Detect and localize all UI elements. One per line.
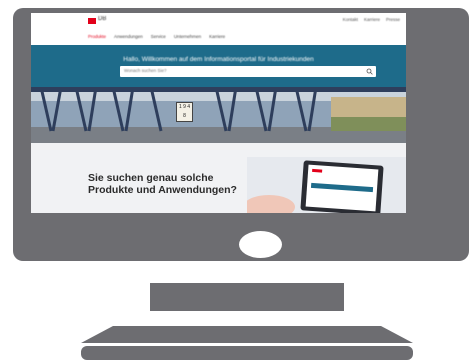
promo-title: Sie suchen genau solche Produkte und Anw… xyxy=(88,172,237,196)
monitor-screen: DB Kontakt Karriere Presse Produkte Anwe… xyxy=(31,13,406,213)
main-nav: Produkte Anwendungen Service Unternehmen… xyxy=(88,34,225,39)
brand-logo-icon[interactable] xyxy=(88,18,96,24)
utility-nav: Kontakt Karriere Presse xyxy=(343,17,400,22)
monitor-power-button xyxy=(239,231,282,258)
util-nav-item[interactable]: Karriere xyxy=(364,17,380,22)
main-nav-item[interactable]: Unternehmen xyxy=(174,34,201,39)
search-input[interactable]: Wonach suchen Sie? xyxy=(120,66,376,77)
brand-logo-text[interactable]: DB xyxy=(98,16,106,22)
search-icon[interactable] xyxy=(366,68,373,75)
hero-title: Hallo, Willkommen auf dem Informationspo… xyxy=(123,56,314,63)
site-header: DB Kontakt Karriere Presse Produkte Anwe… xyxy=(31,13,406,45)
search-placeholder: Wonach suchen Sie? xyxy=(124,68,167,73)
util-nav-item[interactable]: Kontakt xyxy=(343,17,358,22)
bridge-image xyxy=(31,87,406,143)
util-nav-item[interactable]: Presse xyxy=(386,17,400,22)
monitor-stand-base xyxy=(81,326,413,360)
promo-section: Sie suchen genau solche Produkte und Anw… xyxy=(31,143,406,213)
monitor-stand-neck xyxy=(150,283,344,311)
main-nav-item-products[interactable]: Produkte xyxy=(88,34,106,39)
laptop-illustration xyxy=(247,157,406,213)
track-sign: 1 9 4 8 xyxy=(176,102,193,122)
main-nav-item[interactable]: Service xyxy=(151,34,166,39)
promo-laptop-image xyxy=(247,157,406,213)
main-nav-item[interactable]: Anwendungen xyxy=(114,34,143,39)
main-nav-item[interactable]: Karriere xyxy=(209,34,225,39)
hero-photo-bridge: 1 9 4 8 xyxy=(31,87,406,143)
